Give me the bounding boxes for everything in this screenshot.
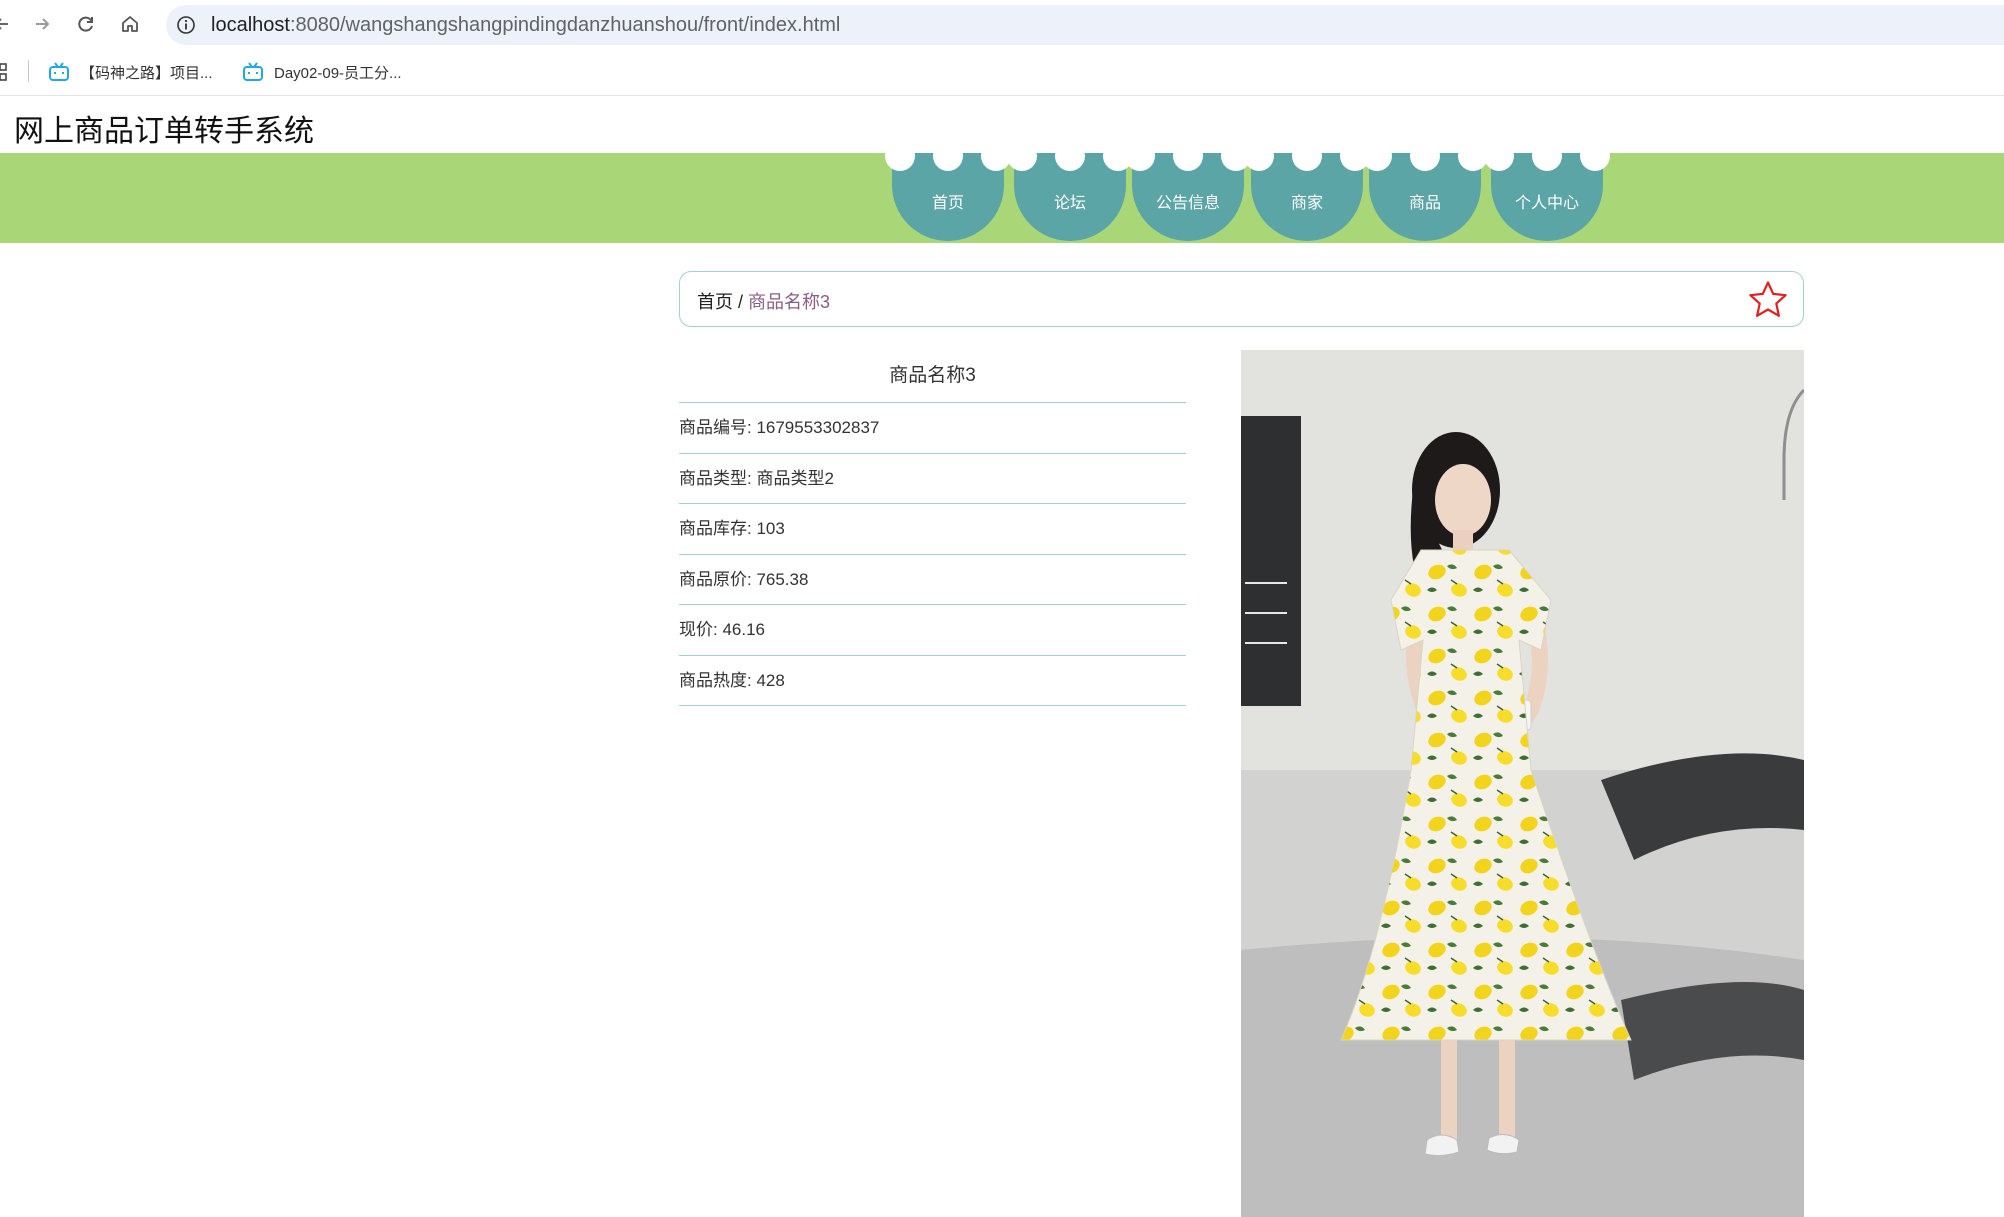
product-name: 商品名称3 <box>679 350 1186 403</box>
product-original-price-row: 商品原价: 765.38 <box>679 555 1186 605</box>
nav-tab-label: 首页 <box>931 195 964 212</box>
nav-tab-home[interactable]: 首页 <box>885 141 1011 241</box>
url-text[interactable]: localhost:8080/wangshangshangpindingdanz… <box>211 14 840 37</box>
nav-tab-label: 商品 <box>1408 195 1441 212</box>
bookmarks-divider <box>28 60 29 82</box>
url-host: localhost <box>211 14 290 36</box>
info-icon[interactable] <box>176 15 196 35</box>
product-type-row: 商品类型: 商品类型2 <box>679 454 1186 504</box>
nav-tab-label: 个人中心 <box>1514 195 1579 212</box>
nav-tab-announcements[interactable]: 公告信息 <box>1125 141 1251 241</box>
bilibili-icon <box>49 62 69 81</box>
breadcrumb-separator: / <box>738 292 744 312</box>
nav-scallop <box>1244 141 1274 171</box>
product-popularity-row: 商品热度: 428 <box>679 656 1186 706</box>
bookmarks-bar: 【码神之路】项目... Day02-09-员工分... <box>0 48 2004 96</box>
product-current-price-row: 现价: 46.16 <box>679 605 1186 656</box>
nav-scallop <box>1410 141 1440 171</box>
bookmark-item[interactable]: 【码神之路】项目... <box>48 59 213 85</box>
home-icon <box>122 16 138 32</box>
product-code-row: 商品编号: 1679553302837 <box>679 403 1186 454</box>
product-image <box>1241 350 1804 1217</box>
product-stock-row: 商品库存: 103 <box>679 504 1186 555</box>
nav-scallop <box>885 141 915 171</box>
bilibili-icon <box>243 62 263 81</box>
forward-arrow-icon <box>36 18 50 30</box>
nav-scallop <box>1362 141 1392 171</box>
site-title: 网上商品订单转手系统 <box>14 115 314 148</box>
back-button[interactable] <box>0 8 18 40</box>
nav-scallop <box>1007 141 1037 171</box>
product-photo-illustration <box>1241 350 1804 1217</box>
nav-tab-products[interactable]: 商品 <box>1362 141 1488 241</box>
reload-button[interactable] <box>70 8 102 40</box>
nav-tab-merchants[interactable]: 商家 <box>1244 141 1370 241</box>
apps-grid-icon[interactable] <box>0 62 14 82</box>
bookmark-label: 【码神之路】项目... <box>80 64 213 82</box>
address-bar[interactable]: localhost:8080/wangshangshangpindingdanz… <box>166 5 2004 45</box>
product-info-panel: 商品名称3 商品编号: 1679553302837 商品类型: 商品类型2 商品… <box>679 350 1186 706</box>
nav-tab-label: 商家 <box>1290 195 1323 212</box>
main-nav: 首页 论坛 公告信息 商家 商品 个人中心 <box>0 141 2004 243</box>
bookmark-item[interactable]: Day02-09-员工分... <box>242 59 402 85</box>
nav-scallop <box>1484 141 1514 171</box>
favorite-star-icon[interactable] <box>1747 279 1789 321</box>
nav-scallop <box>1580 141 1610 171</box>
nav-tab-forum[interactable]: 论坛 <box>1007 141 1133 241</box>
nav-scallop <box>1125 141 1155 171</box>
forward-button[interactable] <box>26 8 58 40</box>
bookmark-label: Day02-09-员工分... <box>274 64 402 82</box>
url-path: :8080/wangshangshangpindingdanzhuanshou/… <box>289 14 841 36</box>
nav-scallop <box>1532 141 1562 171</box>
nav-scallop <box>1292 141 1322 171</box>
reload-icon <box>78 16 93 32</box>
home-button[interactable] <box>114 8 146 40</box>
nav-scallop <box>933 141 963 171</box>
breadcrumb-current: 商品名称3 <box>748 292 831 312</box>
breadcrumb-home-link[interactable]: 首页 <box>697 292 733 312</box>
nav-scallop <box>1173 141 1203 171</box>
back-arrow-icon <box>0 18 8 30</box>
breadcrumb-trail: 首页 / 商品名称3 <box>697 288 830 314</box>
nav-tab-label: 公告信息 <box>1155 195 1220 212</box>
breadcrumb: 首页 / 商品名称3 <box>679 271 1804 327</box>
nav-tab-profile[interactable]: 个人中心 <box>1484 141 1610 241</box>
browser-toolbar: localhost:8080/wangshangshangpindingdanz… <box>0 0 2004 48</box>
nav-tab-label: 论坛 <box>1053 195 1086 212</box>
nav-scallop <box>1055 141 1085 171</box>
